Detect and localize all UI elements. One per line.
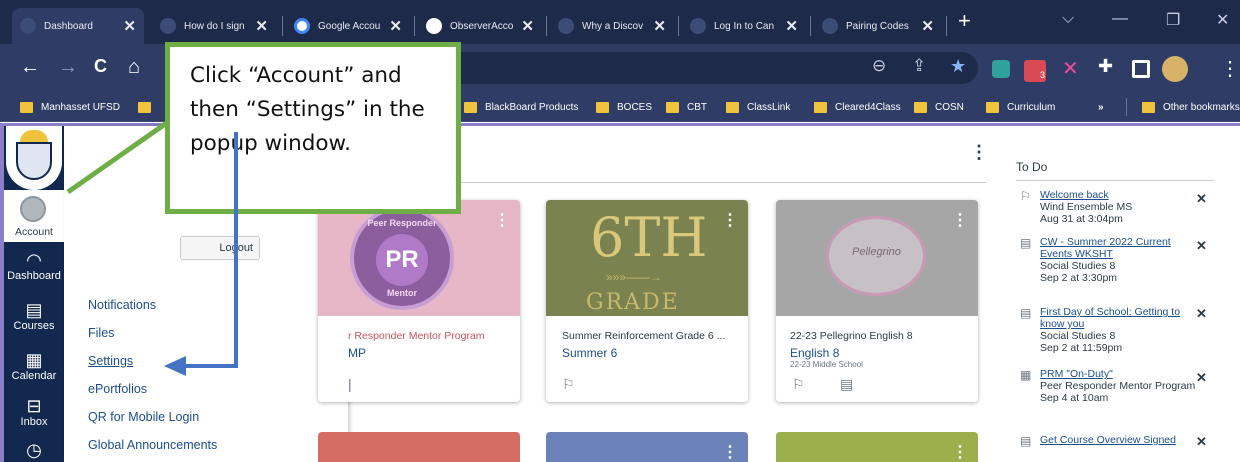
settings-arrow-head — [164, 356, 186, 376]
settings-arrow-line — [184, 132, 238, 368]
callout-pointer-line — [66, 119, 170, 195]
annotation-arrows — [66, 119, 238, 376]
